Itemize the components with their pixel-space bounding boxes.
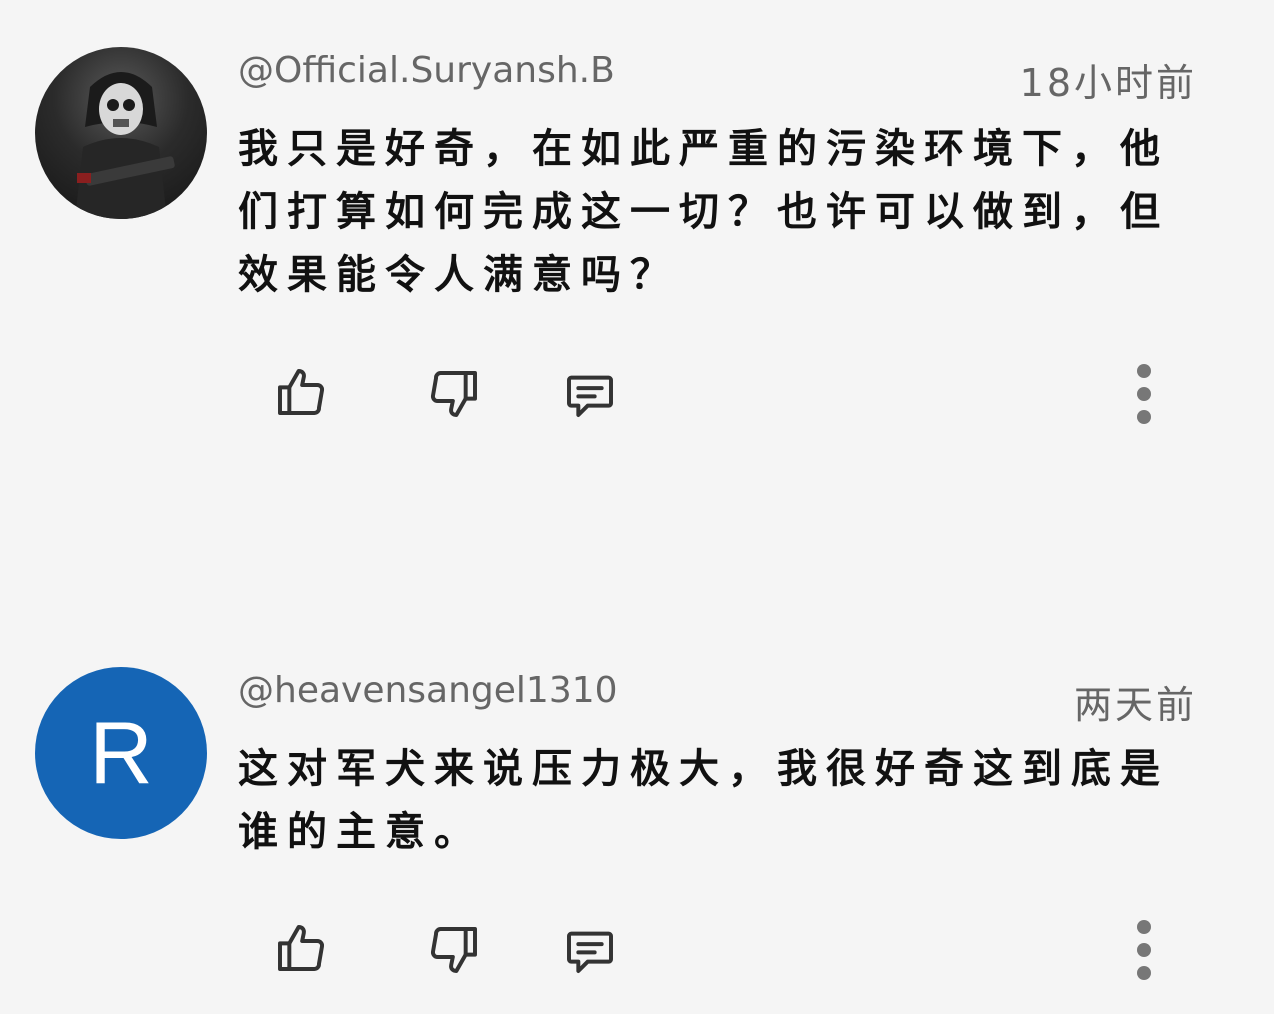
dislike-button[interactable] — [424, 920, 484, 980]
comment-author[interactable]: @Official.Suryansh.B — [238, 50, 615, 91]
avatar-letter: R — [89, 703, 153, 802]
thumbs-down-icon — [431, 927, 477, 973]
thumbs-up-icon — [278, 369, 324, 415]
reply-button[interactable] — [560, 920, 620, 980]
reply-comment-icon — [567, 931, 613, 973]
comment-text: 这对军犬来说压力极大，我很好奇这到底是谁的主意。 — [238, 746, 1169, 855]
dislike-button[interactable] — [424, 364, 484, 424]
thumbs-up-icon — [278, 925, 324, 971]
more-options-button[interactable] — [1129, 916, 1159, 986]
comment-timestamp: 两天前 — [1073, 683, 1197, 727]
thumbs-down-icon — [431, 371, 477, 417]
like-button[interactable] — [271, 918, 331, 978]
reply-button[interactable] — [560, 364, 620, 424]
comment-timestamp: 18小时前 — [1019, 61, 1197, 105]
more-options-button[interactable] — [1129, 360, 1159, 430]
comments-list: @Official.Suryansh.B 18小时前 我只是好奇，在如此严重的污… — [0, 0, 1274, 1014]
soldier-avatar-icon — [75, 72, 175, 219]
reply-comment-icon — [567, 375, 613, 417]
comment-text: 我只是好奇，在如此严重的污染环境下，他们打算如何完成这一切？也许可以做到，但效果… — [238, 126, 1169, 298]
comment-author[interactable]: @heavensangel1310 — [238, 670, 618, 711]
avatar[interactable]: R — [35, 667, 207, 839]
like-button[interactable] — [271, 362, 331, 422]
avatar[interactable] — [35, 47, 207, 219]
